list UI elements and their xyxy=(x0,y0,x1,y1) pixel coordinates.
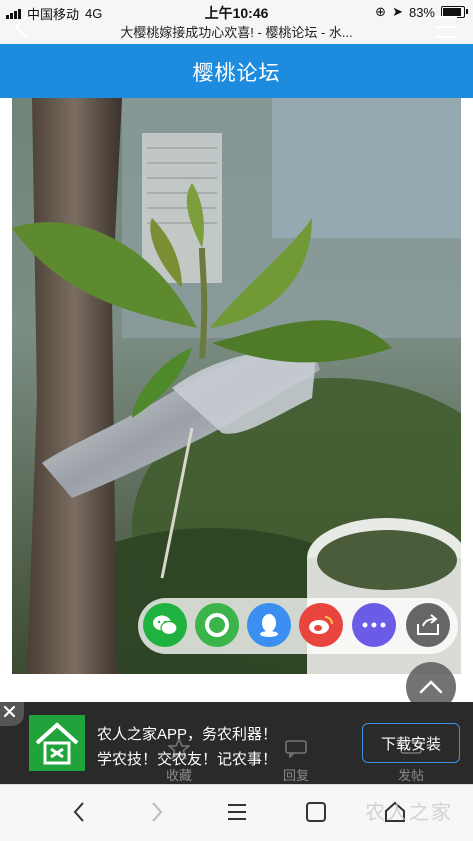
browser-menu-button[interactable] xyxy=(222,798,252,826)
wechat-icon xyxy=(153,615,178,636)
back-button[interactable] xyxy=(10,13,36,41)
page-url-title[interactable]: 大樱桃嫁接成功心欢喜! - 樱桃论坛 - 水... xyxy=(0,24,473,46)
watermark-text: 农人之家 xyxy=(365,802,453,824)
close-ad-button[interactable] xyxy=(0,702,24,726)
more-share-button[interactable] xyxy=(352,603,396,647)
weibo-icon xyxy=(309,616,333,634)
wechat-share-button[interactable] xyxy=(143,603,187,647)
post-photo[interactable] xyxy=(12,98,461,674)
moments-share-button[interactable] xyxy=(195,603,239,647)
moments-icon xyxy=(205,613,229,637)
menu-button[interactable] xyxy=(431,12,461,42)
menu-icon xyxy=(228,804,246,820)
lock-rotation-icon: ⊕ xyxy=(375,4,387,19)
tabs-icon xyxy=(306,802,326,822)
app-logo xyxy=(29,715,85,771)
page-title: 樱桃论坛 xyxy=(192,62,281,85)
download-install-button[interactable]: 下载安装 xyxy=(362,723,460,763)
reply-label[interactable]: 回复 xyxy=(283,765,309,784)
status-bar: 中国移动 4G 上午10:46 ⊕ ➤ 83% xyxy=(0,0,473,24)
browser-tabs-button[interactable] xyxy=(302,798,332,826)
comment-icon xyxy=(285,740,307,758)
weibo-share-button[interactable] xyxy=(299,603,343,647)
chevron-right-icon xyxy=(152,802,163,822)
share-icon xyxy=(417,614,439,635)
location-icon: ➤ xyxy=(392,4,403,19)
browser-forward-button[interactable] xyxy=(142,798,172,826)
qq-icon xyxy=(260,614,278,637)
browser-back-button[interactable] xyxy=(64,798,94,826)
qq-share-button[interactable] xyxy=(247,603,291,647)
post-label[interactable]: 发帖 xyxy=(398,765,424,784)
ad-headline: 农人之家APP，务农利器！ xyxy=(97,726,278,743)
share-button[interactable] xyxy=(406,603,450,647)
more-icon xyxy=(362,622,386,628)
chevron-left-icon xyxy=(73,802,84,822)
ad-subline: 学农技！交农友！记农事！ xyxy=(97,751,278,768)
close-icon xyxy=(3,705,16,718)
app-header: 樱桃论坛 xyxy=(0,44,473,98)
